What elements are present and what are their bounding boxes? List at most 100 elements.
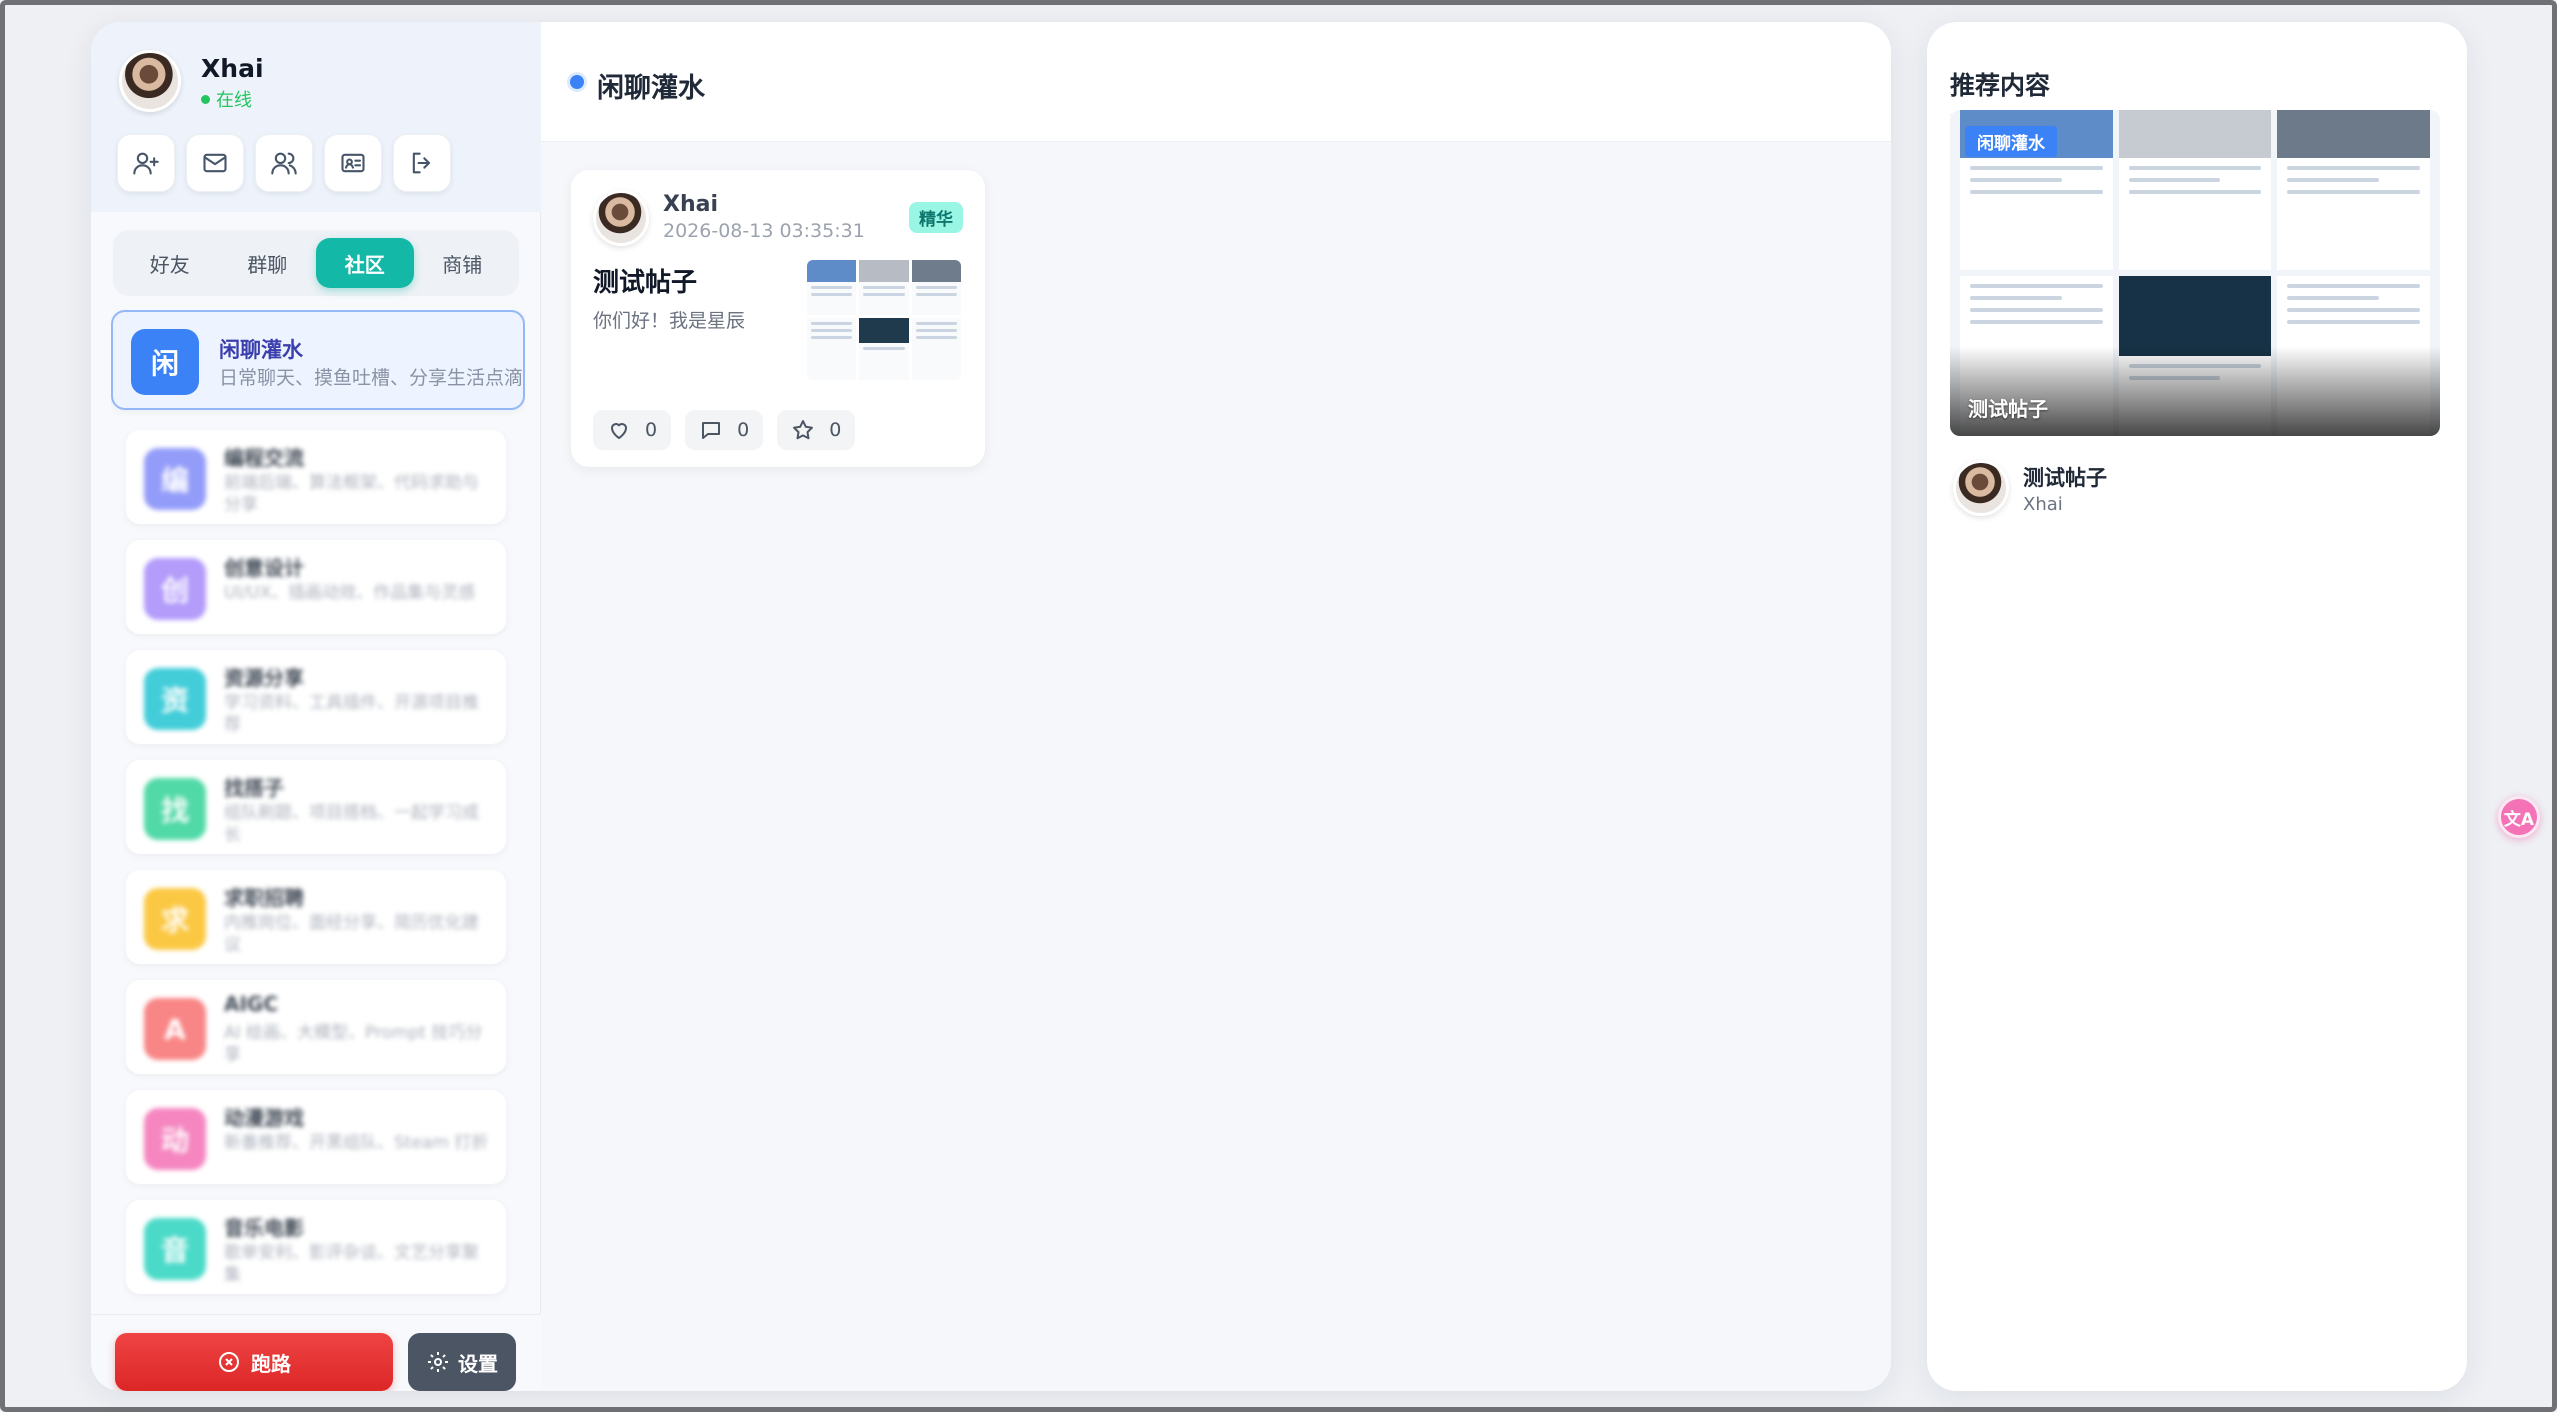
channel-name: 音乐电影 [224, 1216, 304, 1240]
page-title: 闲聊灌水 [597, 73, 705, 104]
like-button[interactable]: 0 [593, 410, 672, 450]
channel-icon: 求 [144, 888, 206, 950]
recommend-item-text: 测试帖子 Xhai [2023, 462, 2107, 515]
featured-badge: 精华 [909, 202, 963, 233]
exit-button[interactable]: 跑路 [115, 1333, 393, 1391]
comment-icon [702, 422, 721, 439]
channel-desc: 学习资料、工具插件、开源项目推荐 [224, 693, 479, 736]
translate-button[interactable]: 文A [2498, 796, 2540, 838]
channel-name: 动漫游戏 [224, 1106, 304, 1130]
post-excerpt: 你们好！我是星辰 [593, 310, 746, 332]
avatar [1953, 460, 2009, 516]
status-dot [201, 94, 210, 104]
channel-name: 创意设计 [224, 556, 304, 580]
preview-tile [2277, 110, 2430, 270]
contacts-button[interactable] [255, 134, 313, 192]
cover-channel-tag: 闲聊灌水 [1965, 126, 2057, 157]
thumbnail-tile [859, 318, 909, 380]
cover-shade [1950, 346, 2440, 436]
channel-icon: A [144, 998, 206, 1060]
tab-shop[interactable]: 商铺 [414, 238, 512, 288]
comment-button[interactable]: 0 [685, 410, 764, 450]
channel-desc: 内推岗位、面经分享、简历优化建议 [224, 913, 479, 956]
channel-desc: 日常聊天、摸鱼吐槽、分享生活点滴 [219, 367, 524, 389]
thumbnail-tile [807, 260, 857, 315]
post-author[interactable]: Xhai [663, 192, 718, 217]
status-text: 在线 [216, 90, 252, 111]
channel-item[interactable]: 资 资源分享 学习资料、工具插件、开源项目推荐 [126, 650, 506, 744]
channel-item[interactable]: 求 求职招聘 内推岗位、面经分享、简历优化建议 [126, 870, 506, 964]
profile-card-button[interactable] [324, 134, 382, 192]
profile-card: Xhai 在线 [91, 22, 541, 212]
recommend-item-title: 测试帖子 [2023, 465, 2107, 490]
sidebar: Xhai 在线 好友 群聊 社区 商铺 闲 闲聊灌水 日常聊天、摸鱼吐槽、分享生… [91, 22, 541, 1391]
post-card[interactable]: Xhai 2026-08-13 03:35:31 精华 测试帖子 你们好！我是星… [571, 170, 985, 467]
channel-desc: 歌单安利、影评杂谈、文艺分享聚集 [224, 1243, 479, 1286]
content-header: 闲聊灌水 ＋ 发帖 [541, 22, 1891, 142]
like-count: 0 [645, 419, 658, 441]
settings-label: 设置 [458, 1351, 498, 1376]
channel-icon: 闲 [131, 329, 199, 395]
channel-icon: 音 [144, 1218, 206, 1280]
content-area: 闲聊灌水 ＋ 发帖 Xhai 2026-08-13 03:35:31 精华 测试… [541, 22, 1891, 1391]
mail-icon [203, 153, 227, 173]
tab-community[interactable]: 社区 [316, 238, 414, 288]
add-friend-button[interactable] [117, 134, 175, 192]
sidebar-tabs: 好友 群聊 社区 商铺 [113, 230, 519, 296]
channel-indicator-dot [570, 75, 584, 89]
channel-icon: 找 [144, 778, 206, 840]
channel-icon: 编 [144, 448, 206, 510]
id-card-icon [341, 153, 365, 173]
channel-name: 编程交流 [224, 446, 304, 470]
channel-list: 闲 闲聊灌水 日常聊天、摸鱼吐槽、分享生活点滴 编 编程交流 前端后端、算法框架… [111, 310, 525, 1320]
tab-friends[interactable]: 好友 [121, 238, 219, 288]
favorite-count: 0 [829, 419, 842, 441]
channel-item[interactable]: A AIGC AI 绘画、大模型、Prompt 技巧分享 [126, 980, 506, 1074]
recommend-cover[interactable]: 闲聊灌水 测试帖子 [1950, 110, 2440, 436]
comment-count: 0 [737, 419, 750, 441]
gear-icon [428, 1352, 448, 1372]
thumbnail-tile [911, 318, 961, 380]
channel-item[interactable]: 动 动漫游戏 新番推荐、开黑组队、Steam 打折 [126, 1090, 506, 1184]
channel-name: 求职招聘 [224, 886, 304, 910]
channel-name: 资源分享 [224, 666, 304, 690]
post-title[interactable]: 测试帖子 [593, 262, 697, 299]
sidebar-footer: 跑路 设置 [91, 1314, 541, 1391]
channel-desc: 前端后端、算法框架、代码求助与分享 [224, 473, 479, 516]
users-icon [271, 152, 297, 175]
favorite-button[interactable]: 0 [777, 410, 856, 450]
recommend-item[interactable]: 测试帖子 Xhai [1953, 460, 2107, 516]
star-icon [793, 420, 814, 440]
channel-item[interactable]: 创 创意设计 UI/UX、插画动效、作品集与灵感 [126, 540, 506, 634]
channel-desc: 新番推荐、开黑组队、Steam 打折 [224, 1133, 489, 1153]
thumbnail-tile [807, 318, 857, 380]
settings-button[interactable]: 设置 [408, 1333, 516, 1391]
post-time: 2026-08-13 03:35:31 [663, 220, 865, 242]
close-circle-icon [219, 1352, 239, 1372]
channel-name: AIGC [224, 992, 279, 1016]
post-thumbnail[interactable] [807, 260, 961, 380]
translate-icon: 文A [2503, 809, 2535, 830]
channel-item[interactable]: 找 找搭子 组队刷题、项目搭档、一起学习成长 [126, 760, 506, 854]
avatar[interactable] [593, 190, 649, 246]
logout-button[interactable] [393, 134, 451, 192]
channel-name: 找搭子 [224, 776, 284, 800]
thumbnail-tile [859, 260, 909, 315]
avatar[interactable] [119, 50, 181, 112]
messages-button[interactable] [186, 134, 244, 192]
channel-item[interactable]: 音 音乐电影 歌单安利、影评杂谈、文艺分享聚集 [126, 1200, 506, 1294]
channel-item[interactable]: 闲 闲聊灌水 日常聊天、摸鱼吐槽、分享生活点滴 [111, 310, 525, 410]
add-user-icon [133, 152, 159, 175]
recommend-panel: 推荐内容 闲聊灌水 测试帖子 测试帖子 Xhai [1927, 22, 2467, 1391]
channel-desc: UI/UX、插画动效、作品集与灵感 [224, 583, 476, 603]
exit-label: 跑路 [251, 1351, 291, 1376]
channel-icon: 创 [144, 558, 206, 620]
recommend-item-author: Xhai [2023, 493, 2063, 515]
channel-name: 闲聊灌水 [219, 338, 303, 362]
channel-item[interactable]: 编 编程交流 前端后端、算法框架、代码求助与分享 [126, 430, 506, 524]
post-actions: 0 0 0 [593, 410, 856, 450]
tab-groups[interactable]: 群聊 [219, 238, 317, 288]
quick-actions [117, 134, 451, 192]
thumbnail-tile [911, 260, 961, 315]
heart-icon [611, 423, 627, 439]
